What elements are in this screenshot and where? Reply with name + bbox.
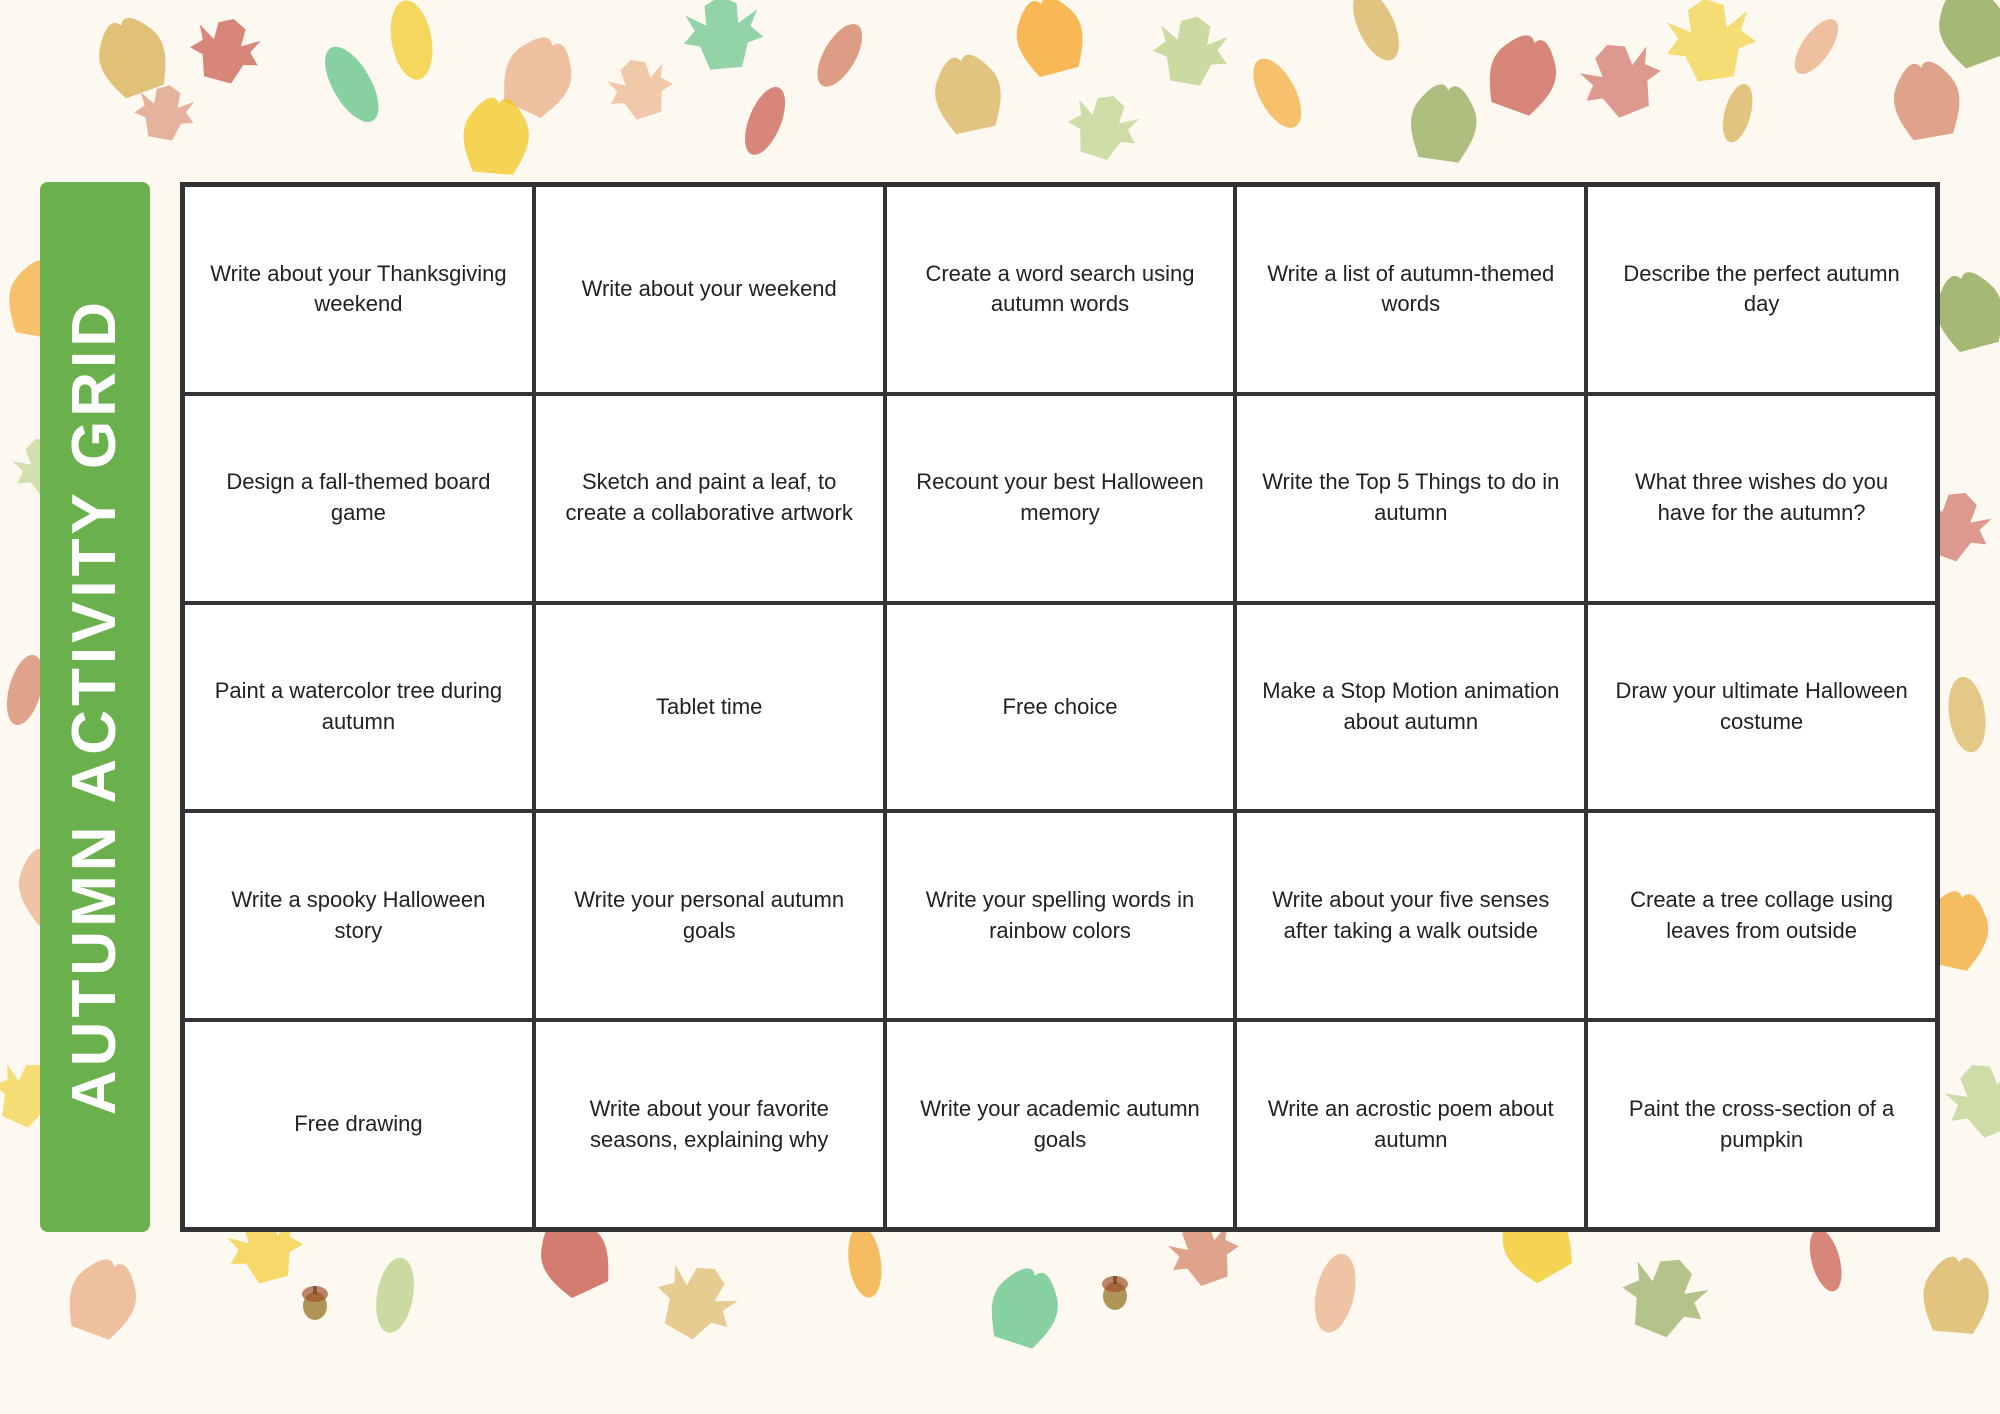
grid-cell-9: Write the Top 5 Things to do in autumn: [1235, 394, 1586, 603]
sidebar: AUTUMN ACTIVITY GRID: [40, 182, 150, 1232]
grid-cell-11: Paint a watercolor tree during autumn: [183, 603, 534, 812]
grid-cell-18: Write your spelling words in rainbow col…: [885, 811, 1236, 1020]
grid-cell-22: Write about your favorite seasons, expla…: [534, 1020, 885, 1229]
grid-cell-21: Free drawing: [183, 1020, 534, 1229]
grid-cell-3: Create a word search using autumn words: [885, 185, 1236, 394]
grid-cell-23: Write your academic autumn goals: [885, 1020, 1236, 1229]
grid-cell-19: Write about your five senses after takin…: [1235, 811, 1586, 1020]
sidebar-title: AUTUMN ACTIVITY GRID: [61, 298, 129, 1115]
grid-cell-6: Design a fall-themed board game: [183, 394, 534, 603]
grid-cell-16: Write a spooky Halloween story: [183, 811, 534, 1020]
grid-cell-10: What three wishes do you have for the au…: [1586, 394, 1937, 603]
grid-cell-14: Make a Stop Motion animation about autum…: [1235, 603, 1586, 812]
page-container: AUTUMN ACTIVITY GRID Write about your Th…: [0, 0, 2000, 1414]
grid-cell-2: Write about your weekend: [534, 185, 885, 394]
grid-cell-4: Write a list of autumn-themed words: [1235, 185, 1586, 394]
grid-cell-13: Free choice: [885, 603, 1236, 812]
grid-cell-12: Tablet time: [534, 603, 885, 812]
grid-cell-7: Sketch and paint a leaf, to create a col…: [534, 394, 885, 603]
grid-cell-5: Describe the perfect autumn day: [1586, 185, 1937, 394]
grid-cell-17: Write your personal autumn goals: [534, 811, 885, 1020]
grid-cell-1: Write about your Thanksgiving weekend: [183, 185, 534, 394]
grid-cell-25: Paint the cross-section of a pumpkin: [1586, 1020, 1937, 1229]
activity-grid: Write about your Thanksgiving weekend Wr…: [180, 182, 1940, 1232]
grid-cell-8: Recount your best Halloween memory: [885, 394, 1236, 603]
grid-cell-24: Write an acrostic poem about autumn: [1235, 1020, 1586, 1229]
grid-cell-20: Create a tree collage using leaves from …: [1586, 811, 1937, 1020]
grid-cell-15: Draw your ultimate Halloween costume: [1586, 603, 1937, 812]
